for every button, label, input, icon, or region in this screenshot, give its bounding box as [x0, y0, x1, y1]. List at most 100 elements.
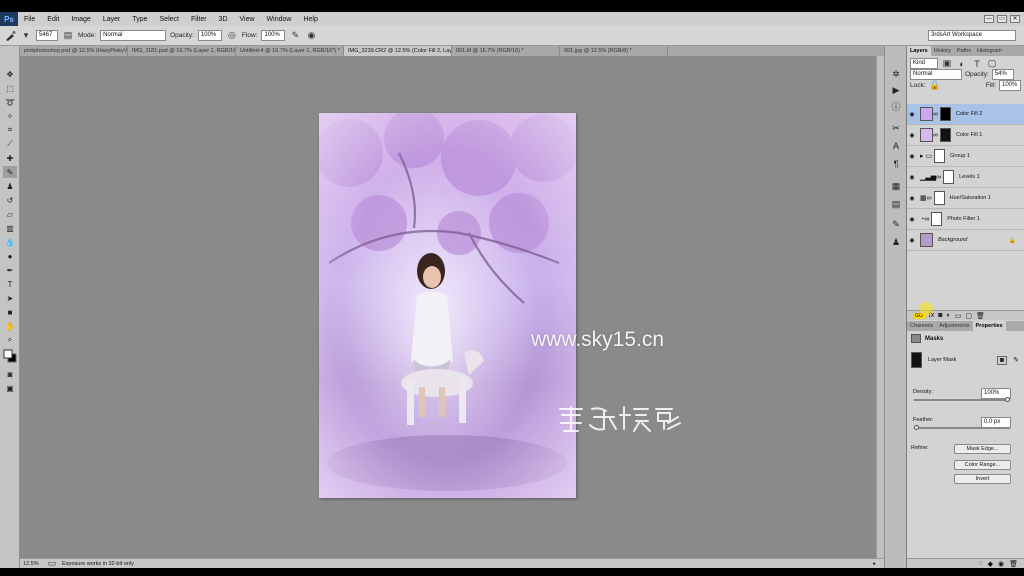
adjust-icon[interactable]: ◐ [946, 312, 950, 319]
density-slider[interactable] [914, 397, 1010, 402]
opacity-field[interactable]: 100% [197, 30, 222, 41]
flow-field[interactable]: 100% [261, 30, 286, 41]
tab-001-tif[interactable]: 001.tif @ 16.7% (RGB/16) * [452, 46, 560, 56]
menu-3d[interactable]: 3D [213, 16, 234, 23]
shape-tool-icon[interactable]: ■ [3, 306, 17, 318]
pixel-mask-icon[interactable]: ◙ [996, 355, 1008, 365]
zoom-level[interactable]: 12.5% [20, 561, 46, 567]
visibility-eye-icon[interactable]: ◉ [907, 132, 917, 139]
brush-size-field[interactable]: 5467 [36, 30, 58, 41]
tab-pinkphotoshop[interactable]: pinkphotoshop.psd @ 12.5% (HazyPinkyVign… [20, 46, 128, 56]
healing-tool-icon[interactable]: ✚ [3, 152, 17, 164]
styles-icon[interactable]: ▤ [890, 198, 902, 210]
document-image[interactable] [319, 113, 576, 498]
feather-slider-thumb[interactable] [914, 425, 919, 430]
status-arrow-icon[interactable]: ▸ [873, 561, 884, 567]
new-layer-icon[interactable]: ▢ [965, 312, 972, 320]
visibility-eye-icon[interactable]: ◉ [907, 174, 917, 181]
actions-icon[interactable]: ▶ [890, 84, 902, 96]
tab-properties[interactable]: Properties [972, 321, 1006, 331]
info-icon[interactable]: ⓘ [890, 100, 902, 112]
visibility-eye-icon[interactable]: ◉ [907, 237, 917, 244]
filter-type-icon[interactable]: T [971, 58, 983, 70]
clone-source-icon[interactable]: ♟ [890, 236, 902, 248]
tab-img-1181[interactable]: IMG_1181.psd @ 16.7% (Layer 1, RGB/16*) … [128, 46, 236, 56]
status-icon[interactable]: ▭ [46, 558, 58, 568]
workspace-select[interactable]: 3rdsArt Workspace [928, 30, 1016, 41]
color-range-button[interactable]: Color Range... [954, 460, 1011, 470]
tab-layers[interactable]: Layers [907, 46, 931, 56]
feather-slider[interactable] [914, 425, 1010, 430]
mode-select[interactable]: Normal [100, 30, 167, 41]
brush-preset-icon[interactable] [4, 30, 16, 42]
layer-row-photo-filter-1[interactable]: ◉ ◔ ∞ Photo Filter 1 [907, 209, 1024, 230]
vertical-scrollbar[interactable] [876, 56, 884, 558]
filter-adjust-icon[interactable]: ◐ [956, 58, 968, 70]
expand-arrow-icon[interactable]: ▸ [920, 152, 924, 160]
layer-mask-thumbnail[interactable] [934, 149, 946, 163]
menu-select[interactable]: Select [154, 16, 185, 23]
paragraph-icon[interactable]: ¶ [890, 158, 902, 170]
density-slider-thumb[interactable] [1005, 397, 1010, 402]
blur-tool-icon[interactable]: 💧 [3, 236, 17, 248]
menu-help[interactable]: Help [297, 16, 323, 23]
visibility-eye-icon[interactable]: ◉ [907, 216, 917, 223]
layer-mask-thumbnail[interactable] [931, 212, 943, 226]
type-tool-icon[interactable]: T [3, 278, 17, 290]
filter-shape-icon[interactable]: ▢ [986, 58, 998, 70]
canvas-area[interactable] [20, 56, 876, 558]
minimize-button[interactable]: — [984, 15, 994, 23]
filter-pixel-icon[interactable]: ▣ [941, 58, 953, 70]
blend-mode-select[interactable]: Normal [910, 69, 962, 80]
gradient-tool-icon[interactable]: ▥ [3, 222, 17, 234]
screen-mode-icon[interactable]: ▣ [3, 382, 17, 394]
layer-row-group-1[interactable]: ◉ ▸ ▭ Group 1 [907, 146, 1024, 167]
delete-mask-icon[interactable]: 🗑 [1009, 560, 1018, 568]
eraser-tool-icon[interactable]: ▱ [3, 208, 17, 220]
load-selection-icon[interactable]: ◌ [978, 560, 982, 567]
path-select-tool-icon[interactable]: ➤ [3, 292, 17, 304]
tab-001-jpg[interactable]: 001.jpg @ 12.5% (RGB/8) * [560, 46, 668, 56]
color-swatch-icon[interactable] [3, 349, 17, 363]
visibility-eye-icon[interactable]: ◉ [907, 111, 917, 118]
mask-icon[interactable]: ◙ [938, 312, 942, 319]
layer-row-levels-1[interactable]: ◉ ▁▃▅ ∞ Levels 1 [907, 167, 1024, 188]
lasso-tool-icon[interactable]: ➰ [3, 96, 17, 108]
chevron-down-icon[interactable]: ▾ [20, 30, 32, 42]
crop-tool-icon[interactable]: ⌗ [3, 124, 17, 136]
tools-preset-icon[interactable]: ✂ [890, 122, 902, 134]
tab-paths[interactable]: Paths [954, 46, 974, 56]
airbrush-icon[interactable]: ✎ [289, 30, 301, 42]
lock-icon[interactable]: 🔒 [929, 80, 941, 92]
marquee-tool-icon[interactable]: ⬚ [3, 82, 17, 94]
menu-file[interactable]: File [18, 16, 41, 23]
layer-row-background[interactable]: ◉ Background 🔒 [907, 230, 1024, 251]
swatches-icon[interactable]: ▦ [890, 180, 902, 192]
tab-channels[interactable]: Channels [907, 321, 936, 331]
brush-panel-icon[interactable]: ▤ [62, 30, 74, 42]
filter-kind-select[interactable]: Kind [910, 58, 938, 69]
visibility-eye-icon[interactable]: ◉ [907, 153, 917, 160]
invert-button[interactable]: Invert [954, 474, 1011, 484]
trash-icon[interactable]: 🗑 [976, 312, 985, 320]
quick-select-tool-icon[interactable]: ✧ [3, 110, 17, 122]
character-icon[interactable]: A [890, 140, 902, 152]
layer-row-color-fill-2[interactable]: ◉ ∞ Color Fill 2 [907, 104, 1024, 125]
apply-mask-icon[interactable]: ◆ [988, 560, 993, 568]
pen-tool-icon[interactable]: ✒ [3, 264, 17, 276]
brush-tool-icon[interactable]: ✎ [3, 166, 17, 178]
menu-image[interactable]: Image [65, 16, 96, 23]
layer-mask-thumbnail[interactable] [933, 191, 945, 205]
layer-mask-thumbnail[interactable] [940, 128, 951, 142]
hand-tool-icon[interactable]: ✋ [3, 320, 17, 332]
mask-edge-button[interactable]: Mask Edge... [954, 444, 1011, 454]
tab-adjustments[interactable]: Adjustments [936, 321, 972, 331]
move-tool-icon[interactable]: ✥ [3, 68, 17, 80]
pressure-size-icon[interactable]: ◉ [305, 30, 317, 42]
maximize-button[interactable]: ▭ [997, 15, 1007, 23]
close-button[interactable]: ✕ [1010, 15, 1020, 23]
tab-img-3239[interactable]: IMG_3239.CR2 @ 12.5% (Color Fill 2, Laye… [344, 46, 452, 56]
zoom-tool-icon[interactable]: ⌕ [3, 334, 17, 346]
stamp-tool-icon[interactable]: ♟ [3, 180, 17, 192]
tab-history[interactable]: History [931, 46, 954, 56]
